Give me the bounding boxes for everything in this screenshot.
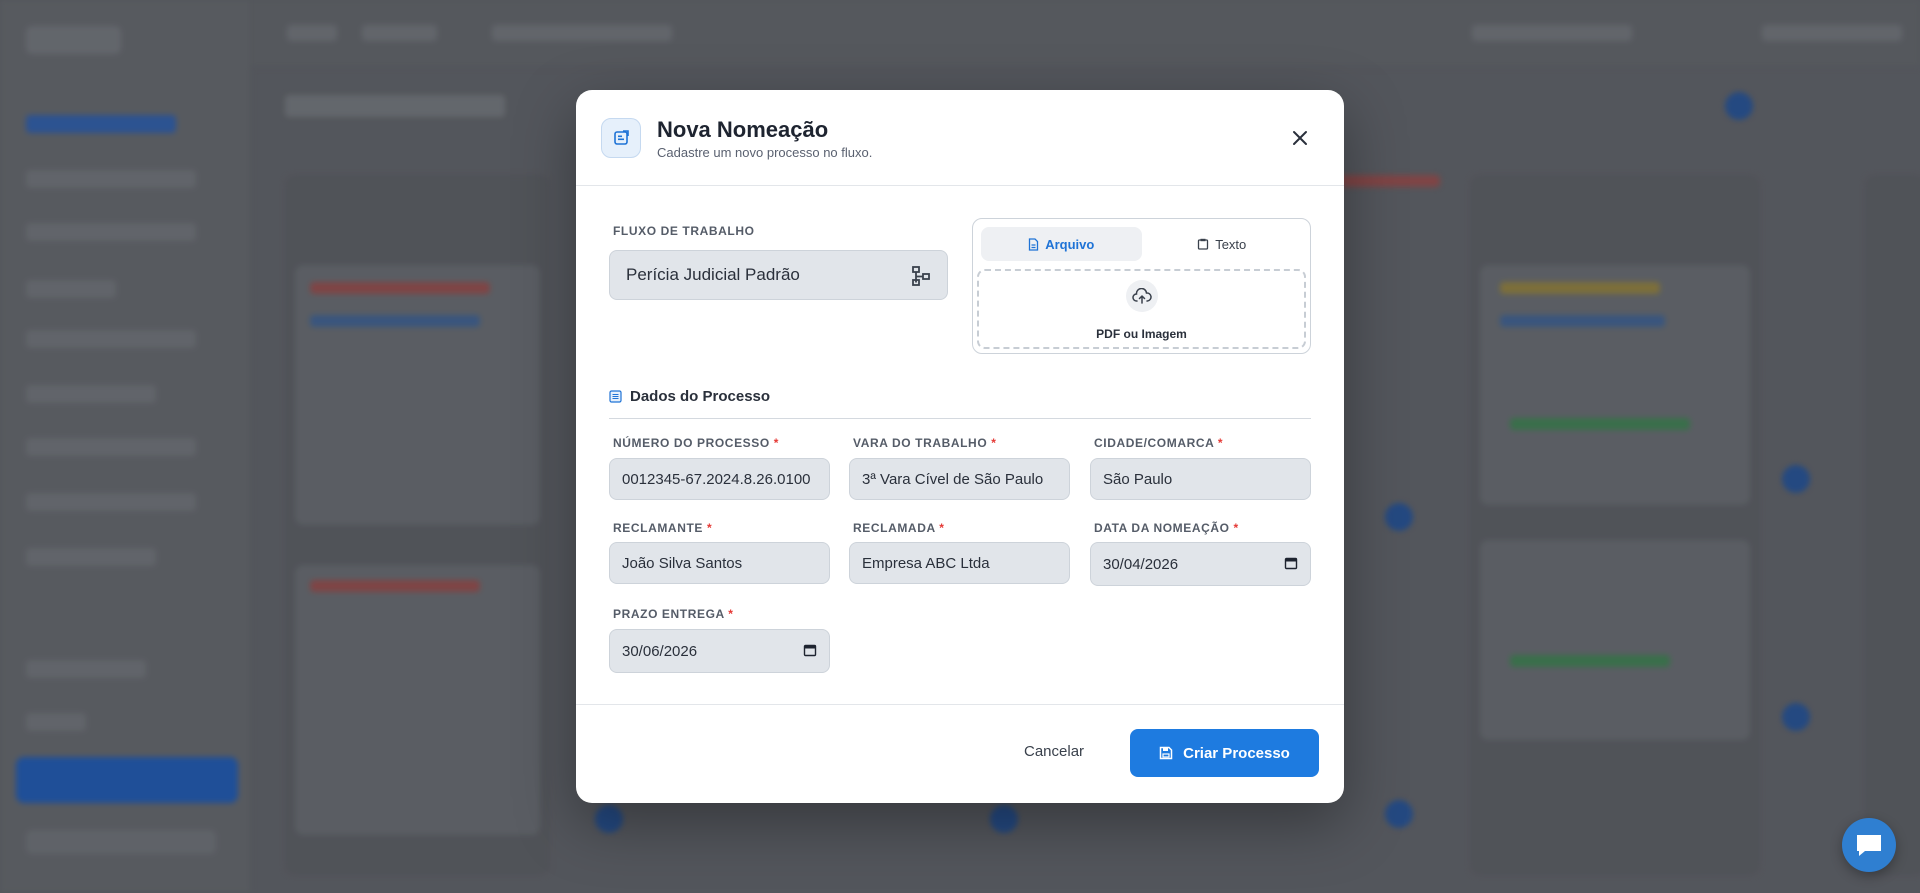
required-mark: * — [1217, 436, 1224, 450]
cidade-comarca-label-text: CIDADE/COMARCA — [1094, 436, 1214, 450]
clipboard-icon — [1198, 238, 1209, 250]
required-mark: * — [991, 436, 997, 450]
section-title: Dados do Processo — [630, 388, 771, 405]
cancel-button[interactable]: Cancelar — [1024, 743, 1084, 760]
numero-processo-label-text: NÚMERO DO PROCESSO — [613, 436, 770, 450]
tab-arquivo-label: Arquivo — [1045, 236, 1095, 252]
close-icon — [1293, 131, 1307, 145]
calendar-icon[interactable] — [803, 643, 817, 661]
data-nomeacao-value: 30/04/2026 — [1103, 555, 1179, 573]
required-mark: * — [1233, 521, 1239, 535]
workflow-value: Perícia Judicial Padrão — [626, 265, 800, 284]
reclamada-value: Empresa ABC Ltda — [862, 554, 990, 572]
chat-icon — [1857, 835, 1881, 856]
reclamante-label: RECLAMANTE * — [613, 521, 712, 535]
cidade-comarca-value: São Paulo — [1103, 470, 1173, 488]
section-divider — [609, 418, 1311, 419]
workflow-diagram-icon — [911, 265, 931, 292]
file-icon — [1029, 237, 1039, 251]
dropzone-text: PDF ou Imagem — [1096, 327, 1187, 341]
data-nomeacao-label: DATA DA NOMEAÇÃO * — [1094, 521, 1239, 535]
create-process-button[interactable]: Criar Processo — [1130, 729, 1319, 777]
tab-texto[interactable]: Texto — [1142, 227, 1303, 261]
section-header: Dados do Processo — [609, 388, 770, 405]
prazo-entrega-value: 30/06/2026 — [622, 642, 698, 660]
numero-processo-label: NÚMERO DO PROCESSO * — [613, 436, 779, 450]
vara-trabalho-label-text: VARA DO TRABALHO — [853, 436, 988, 450]
vara-trabalho-input[interactable]: 3ª Vara Cível de São Paulo — [849, 458, 1070, 500]
cloud-upload-icon — [1125, 280, 1158, 312]
prazo-entrega-label: PRAZO ENTREGA * — [613, 607, 734, 621]
upload-tabs: Arquivo Texto — [981, 227, 1302, 261]
data-nomeacao-label-text: DATA DA NOMEAÇÃO — [1094, 521, 1230, 535]
chat-button[interactable] — [1842, 818, 1896, 872]
reclamante-value: João Silva Santos — [622, 554, 743, 572]
prazo-entrega-input[interactable]: 30/06/2026 — [609, 629, 830, 673]
close-button[interactable] — [1288, 126, 1312, 150]
workflow-select[interactable]: Perícia Judicial Padrão — [609, 250, 948, 300]
tab-arquivo[interactable]: Arquivo — [981, 227, 1142, 261]
numero-processo-input[interactable]: 0012345-67.2024.8.26.0100 — [609, 458, 830, 500]
vara-trabalho-label: VARA DO TRABALHO * — [853, 436, 996, 450]
required-mark: * — [706, 521, 713, 535]
required-mark: * — [728, 607, 734, 621]
reclamada-label: RECLAMADA * — [853, 521, 945, 535]
reclamada-input[interactable]: Empresa ABC Ltda — [849, 542, 1070, 584]
required-mark: * — [939, 521, 945, 535]
workflow-label: FLUXO DE TRABALHO — [613, 224, 755, 238]
numero-processo-value: 0012345-67.2024.8.26.0100 — [622, 470, 811, 488]
tab-texto-label: Texto — [1215, 236, 1247, 252]
list-icon — [609, 390, 622, 403]
cidade-comarca-label: CIDADE/COMARCA * — [1094, 436, 1223, 450]
prazo-entrega-label-text: PRAZO ENTREGA — [613, 607, 725, 621]
reclamante-input[interactable]: João Silva Santos — [609, 542, 830, 584]
calendar-icon[interactable] — [1284, 556, 1298, 574]
file-dropzone[interactable]: PDF ou Imagem — [977, 269, 1306, 349]
cidade-comarca-input[interactable]: São Paulo — [1090, 458, 1311, 500]
new-appointment-modal: Nova Nomeação Cadastre um novo processo … — [576, 90, 1344, 803]
modal-footer: Cancelar Criar Processo — [576, 704, 1344, 803]
modal-title: Nova Nomeação — [657, 117, 829, 142]
modal-subtitle: Cadastre um novo processo no fluxo. — [657, 145, 873, 160]
upload-panel: Arquivo Texto PDF ou Imagem — [972, 218, 1311, 354]
required-mark: * — [773, 436, 780, 450]
create-process-label: Criar Processo — [1183, 744, 1290, 762]
vara-trabalho-value: 3ª Vara Cível de São Paulo — [862, 470, 1044, 488]
data-nomeacao-input[interactable]: 30/04/2026 — [1090, 542, 1311, 586]
reclamada-label-text: RECLAMADA — [853, 521, 936, 535]
reclamante-label-text: RECLAMANTE — [613, 521, 703, 535]
document-edit-icon — [601, 118, 641, 158]
modal-header: Nova Nomeação Cadastre um novo processo … — [576, 90, 1344, 186]
save-icon — [1159, 746, 1173, 760]
